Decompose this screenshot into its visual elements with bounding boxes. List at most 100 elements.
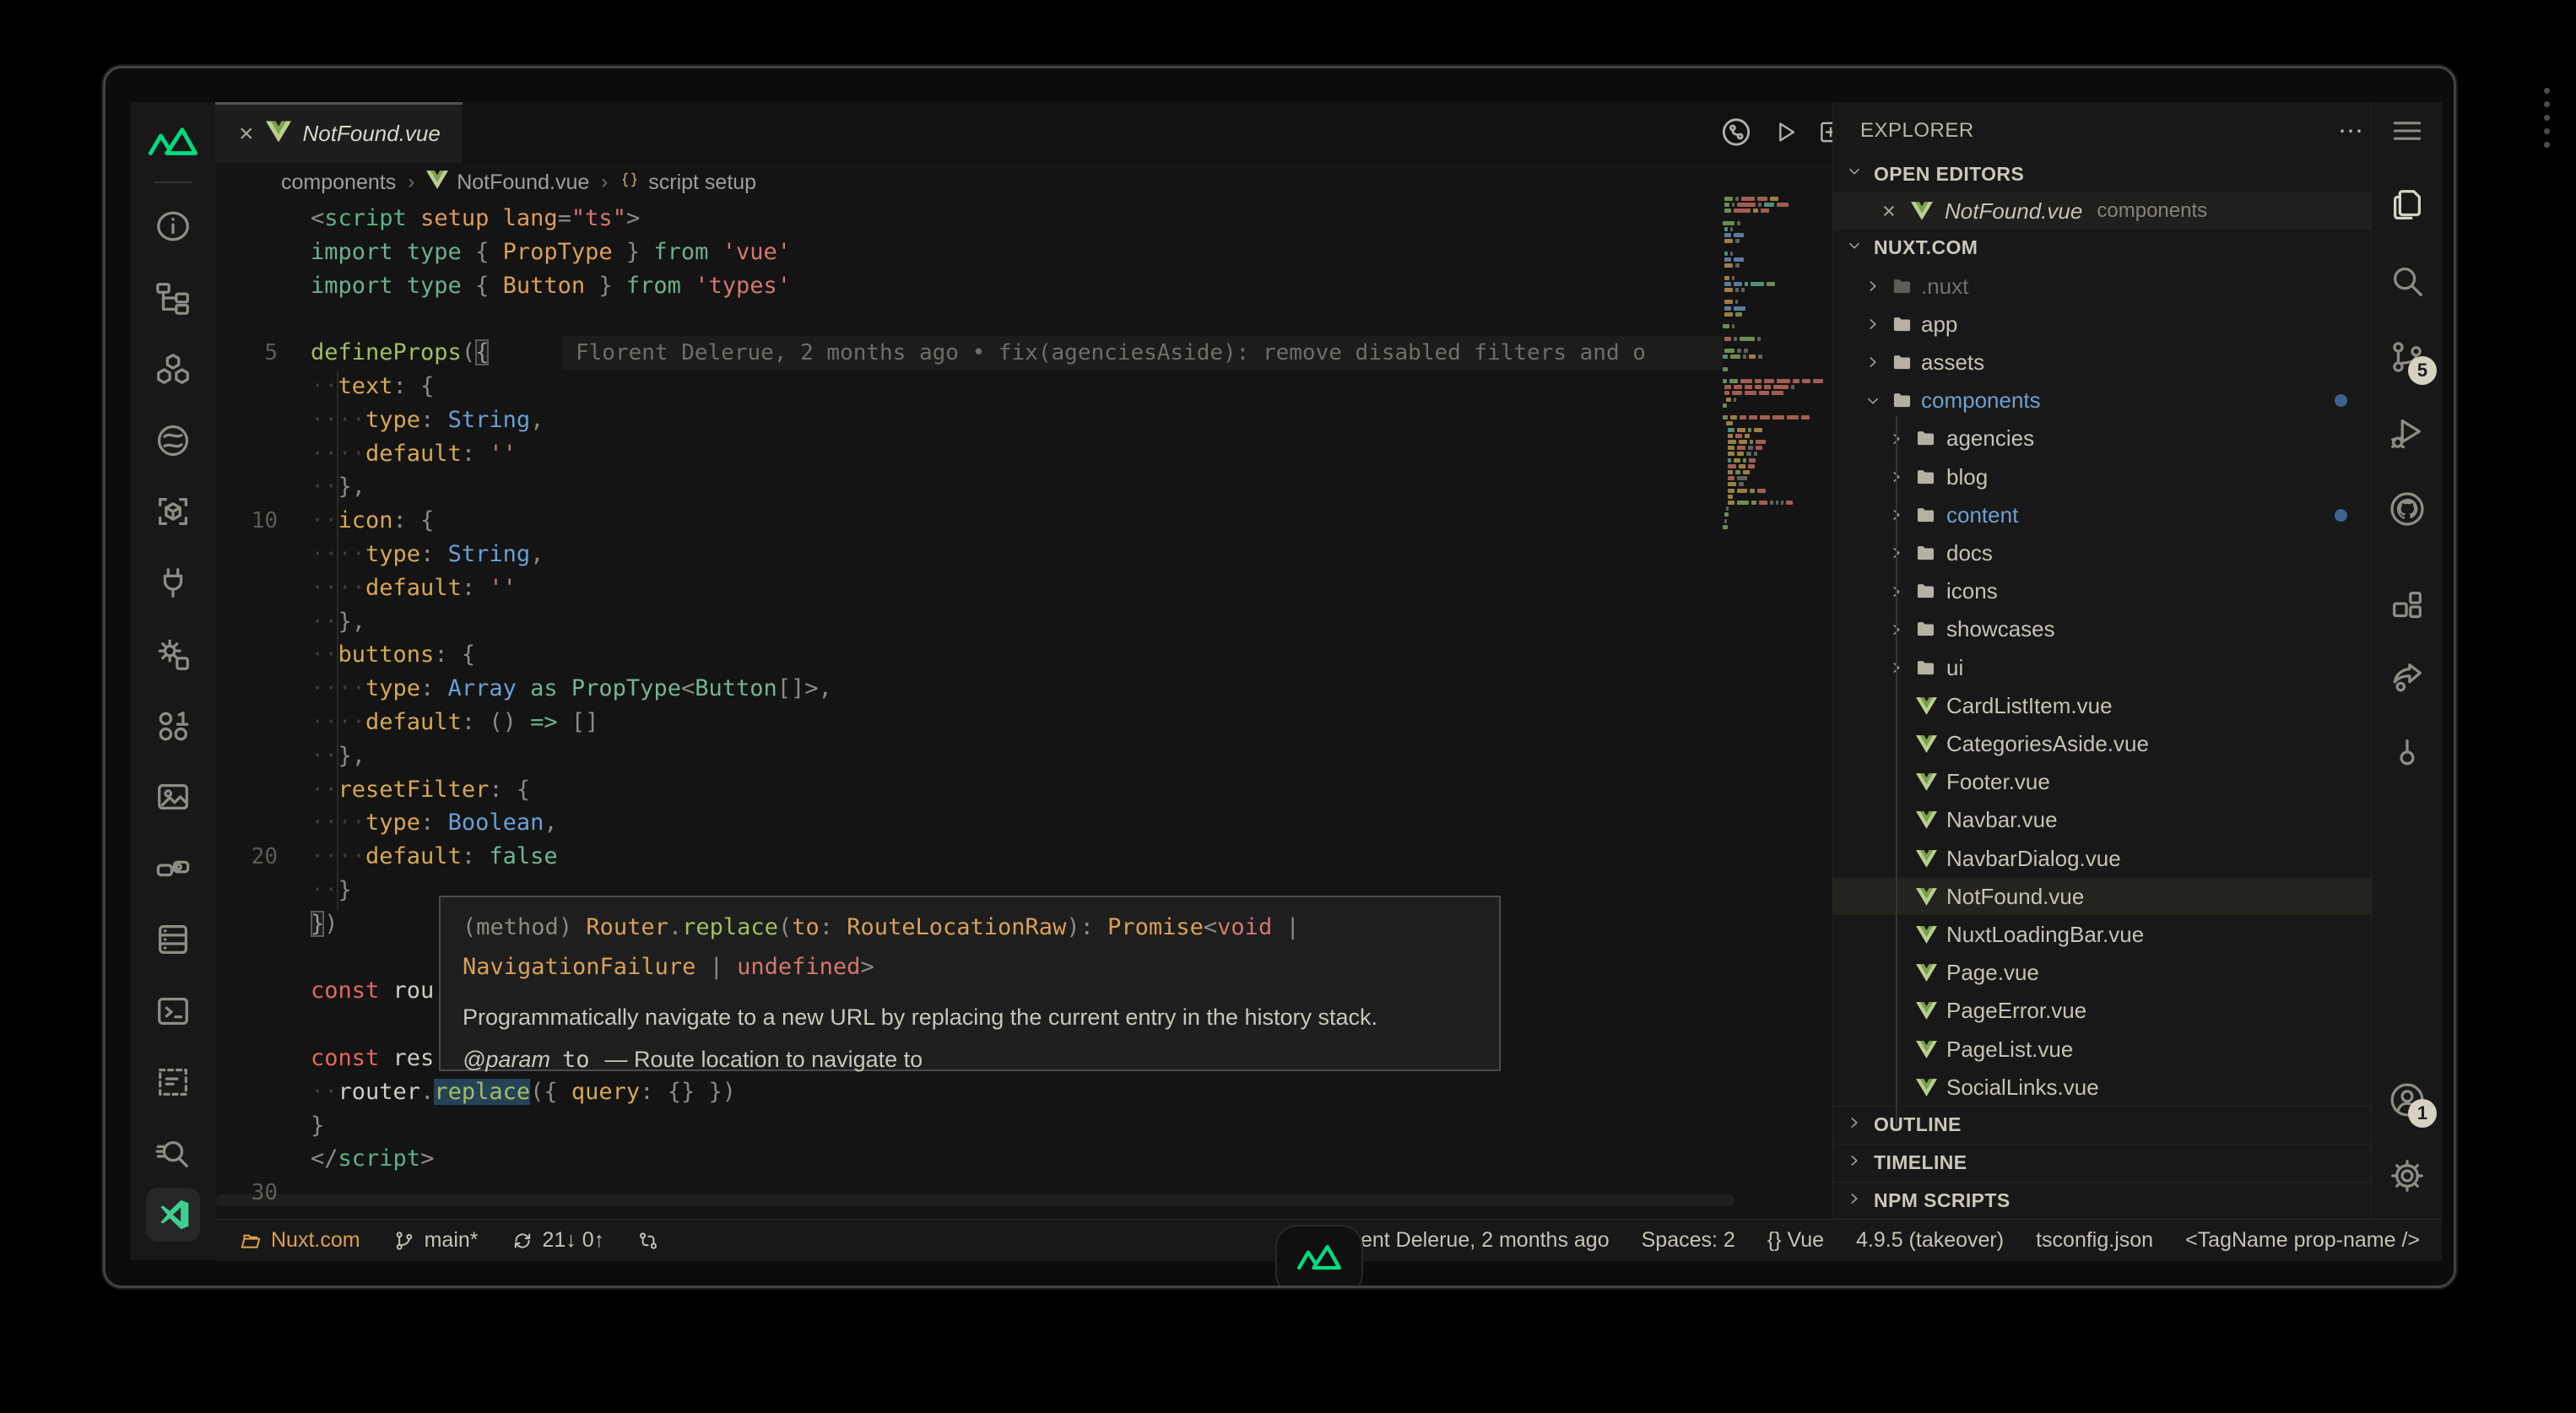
- tree-item-categoriesaside-vue[interactable]: CategoriesAside.vue: [1833, 725, 2372, 762]
- section-outline[interactable]: OUTLINE: [1833, 1106, 2372, 1143]
- components-cube-icon[interactable]: [146, 485, 200, 539]
- code-line-1[interactable]: <script setup lang="ts">: [215, 202, 1832, 236]
- tree-item-content[interactable]: content: [1833, 496, 2372, 533]
- tab-notfound-vue[interactable]: × NotFound.vue: [215, 102, 463, 163]
- github-icon[interactable]: [2388, 490, 2427, 528]
- pages-tree-icon[interactable]: [146, 271, 200, 325]
- code-line-28[interactable]: }: [215, 1109, 1832, 1143]
- vscode-icon[interactable]: [146, 1188, 200, 1242]
- code-line-15[interactable]: ····type: Array as PropType<Button[]>,: [215, 672, 1832, 706]
- timeline-icon[interactable]: [1719, 116, 1753, 154]
- inspect-search-icon[interactable]: [146, 1127, 200, 1181]
- menu-icon[interactable]: [2389, 112, 2426, 149]
- code-line-29[interactable]: </script>: [215, 1142, 1832, 1176]
- assets-image-icon[interactable]: [146, 770, 200, 824]
- run-icon[interactable]: [1771, 118, 1799, 151]
- tree-item-sociallinks-vue[interactable]: SocialLinks.vue: [1833, 1069, 2372, 1106]
- more-actions-icon[interactable]: ⋯: [2338, 116, 2365, 146]
- tree-item-showcases[interactable]: showcases: [1833, 611, 2372, 648]
- account-icon[interactable]: 1: [2388, 1080, 2427, 1119]
- status-item-tsconfig-json[interactable]: tsconfig.json: [2036, 1228, 2153, 1253]
- editor-layout-icon[interactable]: [2388, 587, 2427, 625]
- virtual-files-icon[interactable]: [146, 1055, 200, 1109]
- status-item--tagname-prop-name-[interactable]: <TagName prop-name />: [2185, 1228, 2420, 1253]
- code-line-13[interactable]: ··},: [215, 605, 1832, 639]
- section-npm-scripts[interactable]: NPM SCRIPTS: [1833, 1182, 2372, 1219]
- nuxt-logo-icon[interactable]: [146, 114, 200, 168]
- settings-sub-icon[interactable]: [146, 627, 200, 681]
- terminal-icon[interactable]: [146, 984, 200, 1038]
- hooks-link-icon[interactable]: [146, 842, 200, 896]
- tree-item-pageerror-vue[interactable]: PageError.vue: [1833, 993, 2372, 1030]
- section-project[interactable]: NUXT.COM: [1833, 229, 2372, 266]
- tree-item-components[interactable]: components: [1833, 382, 2372, 420]
- pin-icon[interactable]: [2388, 734, 2427, 773]
- editor-horizontal-scrollbar[interactable]: [215, 1194, 1734, 1206]
- breadcrumb-item-script-setup[interactable]: script setup: [620, 170, 756, 196]
- tree-item-ui[interactable]: ui: [1833, 649, 2372, 686]
- minimap[interactable]: [1723, 197, 1827, 534]
- status-item-main-[interactable]: main*: [392, 1228, 479, 1253]
- status-item-spaces-2[interactable]: Spaces: 2: [1642, 1228, 1735, 1253]
- status-item-4-9-5-takeover-[interactable]: 4.9.5 (takeover): [1856, 1228, 2004, 1253]
- tree-item-navbar-vue[interactable]: Navbar.vue: [1833, 802, 2372, 839]
- code-line-3[interactable]: import type { Button } from 'types': [215, 269, 1832, 303]
- code-line-5[interactable]: 5defineProps({Florent Delerue, 2 months …: [215, 336, 1832, 370]
- binary-icon[interactable]: [146, 699, 200, 753]
- code-line-9[interactable]: ··},: [215, 470, 1832, 504]
- run-debug-icon[interactable]: [2388, 414, 2427, 452]
- code-line-27[interactable]: ··router.replace({ query: {} }): [215, 1075, 1832, 1109]
- code-line-14[interactable]: ··buttons: {: [215, 638, 1832, 672]
- search-icon[interactable]: [2388, 262, 2427, 300]
- code-line-8[interactable]: ····default: '': [215, 437, 1832, 471]
- code-line-11[interactable]: ····type: String,: [215, 538, 1832, 571]
- status-item-nuxt-com[interactable]: Nuxt.com: [239, 1228, 360, 1253]
- tree-item-footer-vue[interactable]: Footer.vue: [1833, 764, 2372, 801]
- breadcrumb[interactable]: components›NotFound.vue›script setup: [215, 163, 1898, 202]
- tree-item-nuxtloadingbar-vue[interactable]: NuxtLoadingBar.vue: [1833, 916, 2372, 953]
- open-editor-notfound[interactable]: ×NotFound.vuecomponents: [1833, 192, 2372, 230]
- tree-item--nuxt[interactable]: .nuxt: [1833, 268, 2372, 305]
- code-line-6[interactable]: ··text: {: [215, 370, 1832, 403]
- tree-item-page-vue[interactable]: Page.vue: [1833, 955, 2372, 992]
- code-line-12[interactable]: ····default: '': [215, 571, 1832, 605]
- code-line-2[interactable]: import type { PropType } from 'vue': [215, 236, 1832, 269]
- modules-icon[interactable]: [146, 342, 200, 396]
- nitro-swirl-icon[interactable]: [146, 414, 200, 468]
- code-line-7[interactable]: ····type: String,: [215, 403, 1832, 437]
- source-control-icon[interactable]: 5: [2388, 338, 2427, 376]
- code-line-18[interactable]: ··resetFilter: {: [215, 773, 1832, 807]
- status-item-compare[interactable]: [636, 1229, 660, 1253]
- close-icon[interactable]: ×: [1882, 198, 1896, 225]
- nuxt-devtools-badge[interactable]: [1275, 1225, 1363, 1288]
- tree-item-docs[interactable]: docs: [1833, 534, 2372, 571]
- section-timeline[interactable]: TIMELINE: [1833, 1144, 2372, 1181]
- code-line-19[interactable]: ····type: Boolean,: [215, 806, 1832, 840]
- breadcrumb-item-notfound.vue[interactable]: NotFound.vue: [426, 169, 589, 197]
- settings-icon[interactable]: [2388, 1156, 2427, 1195]
- tree-item-notfound-vue[interactable]: NotFound.vue: [1833, 878, 2372, 915]
- status-item--vue[interactable]: {} Vue: [1767, 1228, 1824, 1253]
- close-tab-icon[interactable]: ×: [239, 122, 254, 147]
- info-icon[interactable]: [146, 199, 200, 253]
- code-line-20[interactable]: 20····default: false: [215, 840, 1832, 874]
- breadcrumb-item-components[interactable]: components: [281, 171, 396, 195]
- explorer-files-icon[interactable]: [2388, 186, 2427, 225]
- tree-item-app[interactable]: app: [1833, 306, 2372, 343]
- tree-item-blog[interactable]: blog: [1833, 458, 2372, 495]
- code-line-4[interactable]: [215, 302, 1832, 336]
- tree-item-agencies[interactable]: agencies: [1833, 420, 2372, 457]
- tree-item-icons[interactable]: icons: [1833, 573, 2372, 610]
- section-open-editors[interactable]: OPEN EDITORS: [1833, 155, 2372, 192]
- tree-item-navbardialog-vue[interactable]: NavbarDialog.vue: [1833, 840, 2372, 877]
- share-icon[interactable]: [2388, 658, 2427, 697]
- status-item-21-0-[interactable]: 21↓ 0↑: [511, 1228, 605, 1253]
- tree-item-cardlistitem-vue[interactable]: CardListItem.vue: [1833, 687, 2372, 724]
- tree-item-assets[interactable]: assets: [1833, 344, 2372, 381]
- code-line-10[interactable]: 10··icon: {: [215, 504, 1832, 538]
- code-line-16[interactable]: ····default: () => []: [215, 706, 1832, 739]
- plugins-plug-icon[interactable]: [146, 556, 200, 610]
- code-line-17[interactable]: ··},: [215, 739, 1832, 773]
- tree-item-pagelist-vue[interactable]: PageList.vue: [1833, 1031, 2372, 1068]
- server-stack-icon[interactable]: [146, 912, 200, 966]
